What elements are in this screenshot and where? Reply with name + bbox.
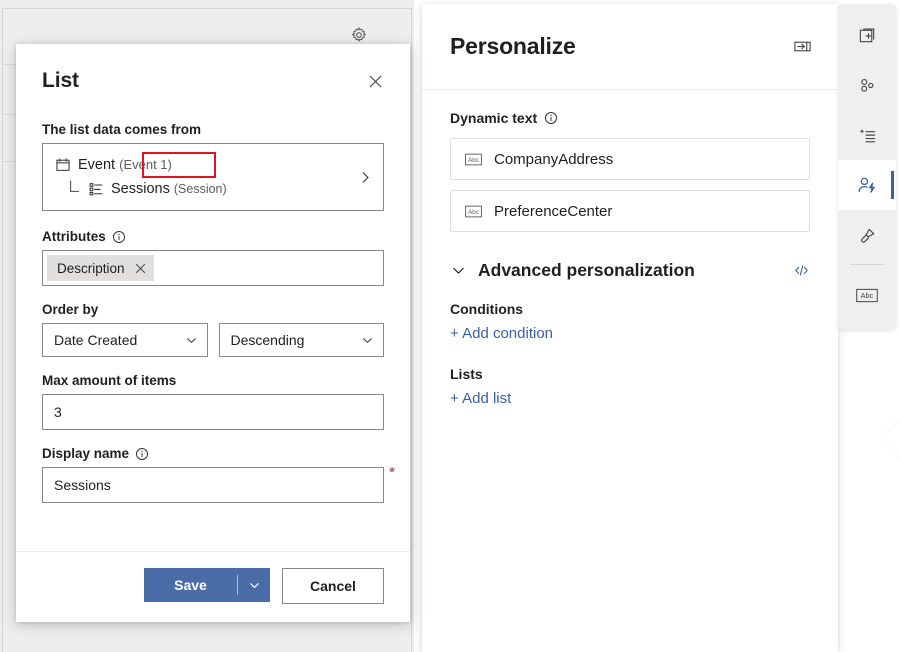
tree-elbow-icon (69, 180, 80, 198)
close-icon[interactable] (360, 66, 390, 96)
app-root: Personalize Dynamic text (0, 0, 900, 652)
display-name-input[interactable]: Sessions (42, 467, 384, 503)
attributes-input[interactable]: Description (42, 250, 384, 286)
dynamic-text-item-label: PreferenceCenter (494, 203, 612, 220)
order-by-row: Date Created Descending (42, 323, 384, 357)
chevron-down-icon (450, 262, 467, 279)
attribute-tag-label: Description (57, 261, 125, 276)
list-dialog: List The list data comes from (16, 44, 410, 622)
svg-text:Abc: Abc (468, 157, 479, 164)
conditions-label: Conditions (450, 301, 810, 317)
editor-tool-rail: Abc (838, 4, 896, 330)
list-icon (88, 181, 104, 197)
save-button[interactable]: Save (144, 568, 270, 602)
source-child-text: Sessions (Session) (111, 181, 227, 197)
dynamic-text-item-companyaddress[interactable]: Abc CompanyAddress (450, 138, 810, 180)
list-data-source-picker[interactable]: Event (Event 1) (42, 143, 384, 211)
ai-list-icon[interactable] (838, 110, 896, 160)
dynamic-text-item-preferencecenter[interactable]: Abc PreferenceCenter (450, 190, 810, 232)
source-parent-text: Event (Event 1) (78, 157, 172, 173)
add-condition-link[interactable]: + Add condition (450, 325, 553, 342)
display-name-label: Display name (42, 446, 384, 461)
attributes-label-text: Attributes (42, 229, 106, 244)
close-icon[interactable] (135, 263, 146, 274)
calendar-icon (55, 157, 71, 173)
info-icon[interactable] (135, 447, 149, 461)
callout-beak (882, 421, 900, 458)
list-dialog-body: List The list data comes from (16, 44, 410, 551)
advanced-personalization-header[interactable]: Advanced personalization (450, 260, 810, 281)
lists-label: Lists (450, 366, 810, 382)
save-button-label: Save (144, 568, 237, 602)
max-items-value: 3 (54, 404, 62, 420)
personalize-panel-body: Dynamic text Abc CompanyAddress (422, 90, 838, 652)
layout-blocks-icon[interactable] (838, 60, 896, 110)
dynamic-text-item-label: CompanyAddress (494, 151, 613, 168)
source-label-text: The list data comes from (42, 122, 201, 137)
cancel-button-label: Cancel (310, 578, 356, 594)
personalize-panel: Personalize Dynamic text (422, 4, 838, 652)
required-marker: * (389, 465, 395, 480)
add-list-link[interactable]: + Add list (450, 390, 511, 407)
collapse-panel-icon[interactable] (788, 33, 816, 61)
order-by-label: Order by (42, 302, 384, 317)
list-dialog-footer: Save Cancel (16, 551, 410, 622)
brush-styles-icon[interactable] (838, 210, 896, 260)
source-tree: Event (Event 1) (55, 153, 358, 201)
info-icon[interactable] (544, 111, 558, 125)
advanced-personalization-toggle[interactable]: Advanced personalization (450, 260, 695, 281)
display-name-label-text: Display name (42, 446, 129, 461)
personalize-icon[interactable] (838, 160, 896, 210)
source-tree-parent: Event (Event 1) (55, 153, 358, 177)
max-items-label: Max amount of items (42, 373, 384, 388)
max-items-input[interactable]: 3 (42, 394, 384, 430)
attribute-tag-description[interactable]: Description (47, 255, 154, 281)
chevron-down-icon (185, 334, 198, 347)
order-by-field-dropdown[interactable]: Date Created (42, 323, 208, 357)
personalize-panel-header: Personalize (422, 4, 838, 90)
svg-text:Abc: Abc (861, 291, 874, 300)
chevron-right-icon[interactable] (358, 170, 373, 185)
rail-divider (850, 264, 884, 265)
order-by-label-text: Order by (42, 302, 98, 317)
chevron-down-icon[interactable] (238, 568, 270, 602)
advanced-personalization-title: Advanced personalization (478, 260, 695, 281)
dynamic-text-label: Dynamic text (450, 110, 810, 126)
display-name-wrap: Sessions * (42, 467, 384, 503)
max-items-label-text: Max amount of items (42, 373, 176, 388)
abc-text-icon: Abc (465, 153, 482, 166)
add-element-icon[interactable] (838, 10, 896, 60)
code-edit-icon[interactable] (793, 262, 810, 279)
dynamic-text-label-text: Dynamic text (450, 110, 537, 126)
text-abc-icon[interactable]: Abc (838, 270, 896, 320)
info-icon[interactable] (112, 230, 126, 244)
chevron-down-icon (361, 334, 374, 347)
dialog-title: List (42, 68, 79, 93)
abc-text-icon: Abc (465, 205, 482, 218)
page-title: Personalize (450, 33, 576, 60)
order-by-field-value: Date Created (54, 332, 137, 348)
source-tree-child: Sessions (Session) (55, 177, 358, 201)
attributes-label: Attributes (42, 229, 384, 244)
cancel-button[interactable]: Cancel (282, 568, 384, 604)
source-label: The list data comes from (42, 122, 384, 137)
display-name-value: Sessions (54, 477, 111, 493)
order-by-direction-dropdown[interactable]: Descending (219, 323, 385, 357)
list-dialog-header: List (42, 68, 384, 96)
svg-text:Abc: Abc (468, 209, 479, 216)
order-by-direction-value: Descending (231, 332, 305, 348)
